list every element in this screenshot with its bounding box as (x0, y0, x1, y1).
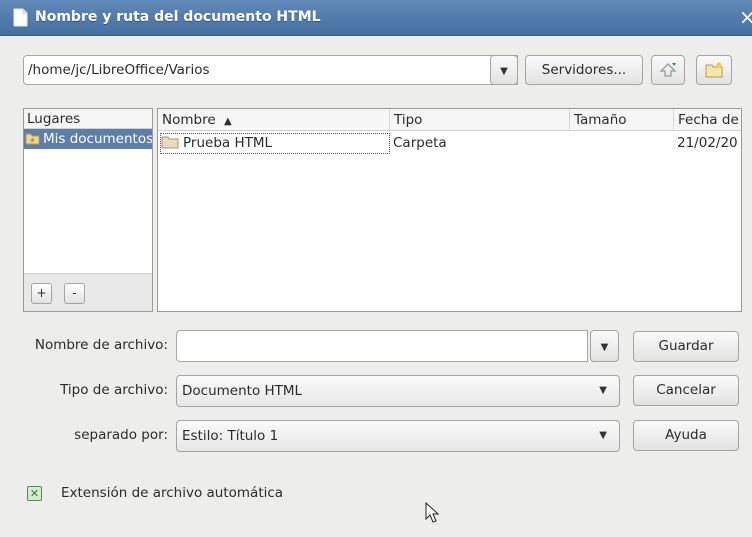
add-place-button[interactable]: + (31, 283, 52, 304)
column-header-type[interactable]: Tipo (390, 109, 570, 131)
file-row-date: 21/02/20 (677, 135, 738, 151)
column-header-size[interactable]: Tamaño (570, 109, 674, 131)
new-folder-button[interactable] (696, 55, 732, 85)
filename-input[interactable] (176, 330, 588, 362)
file-row-size (574, 133, 670, 153)
auto-extension-label[interactable]: Extensión de archivo automática (61, 485, 283, 501)
chevron-down-icon: ▼ (600, 342, 609, 353)
window-title: Nombre y ruta del documento HTML (35, 9, 321, 25)
column-header-name[interactable]: Nombre ▲ (158, 109, 390, 131)
path-dropdown-button[interactable]: ▼ (490, 55, 518, 85)
separated-by-label: separado por: (74, 427, 168, 443)
auto-extension-checkbox[interactable]: ✕ (27, 486, 42, 501)
file-row-type: Carpeta (393, 135, 447, 151)
star-folder-icon (25, 133, 40, 145)
sort-ascending-icon: ▲ (223, 116, 232, 127)
places-header: Lugares (24, 109, 152, 129)
close-icon[interactable]: × (739, 5, 752, 29)
title-bar: Nombre y ruta del documento HTML × (0, 0, 752, 36)
file-list-header: Nombre ▲ Tipo Tamaño Fecha de (158, 109, 741, 131)
save-button[interactable]: Guardar (633, 331, 739, 362)
chevron-down-icon: ▼ (599, 430, 607, 441)
cancel-button[interactable]: Cancelar (633, 375, 739, 406)
places-item-my-documents[interactable]: Mis documentos (24, 129, 152, 149)
check-icon: ✕ (29, 487, 40, 500)
folder-up-icon (659, 63, 677, 77)
filename-dropdown-button[interactable]: ▼ (590, 330, 619, 362)
chevron-down-icon: ▼ (599, 385, 607, 396)
places-footer: + - (24, 273, 152, 311)
servers-button[interactable]: Servidores... (525, 55, 643, 85)
column-header-date[interactable]: Fecha de (674, 109, 741, 131)
path-input[interactable]: /home/jc/LibreOffice/Varios (23, 55, 518, 85)
document-icon (13, 8, 28, 27)
remove-place-button[interactable]: - (64, 283, 85, 304)
separated-by-select[interactable]: Estilo: Título 1 ▼ (176, 420, 620, 452)
filename-label: Nombre de archivo: (34, 337, 168, 353)
filetype-select[interactable]: Documento HTML ▼ (176, 375, 620, 407)
mouse-cursor-icon (425, 502, 440, 523)
folder-up-button[interactable] (651, 55, 685, 85)
places-panel: Lugares Mis documentos + - (23, 108, 153, 312)
chevron-down-icon: ▼ (500, 66, 508, 77)
new-folder-icon (705, 62, 723, 78)
path-text: /home/jc/LibreOffice/Varios (28, 62, 210, 78)
places-item-label: Mis documentos (43, 131, 152, 147)
focus-outline (160, 133, 390, 154)
file-list: Nombre ▲ Tipo Tamaño Fecha de Prueba HTM… (157, 108, 742, 312)
filetype-label: Tipo de archivo: (60, 382, 168, 398)
help-button[interactable]: Ayuda (633, 420, 739, 451)
